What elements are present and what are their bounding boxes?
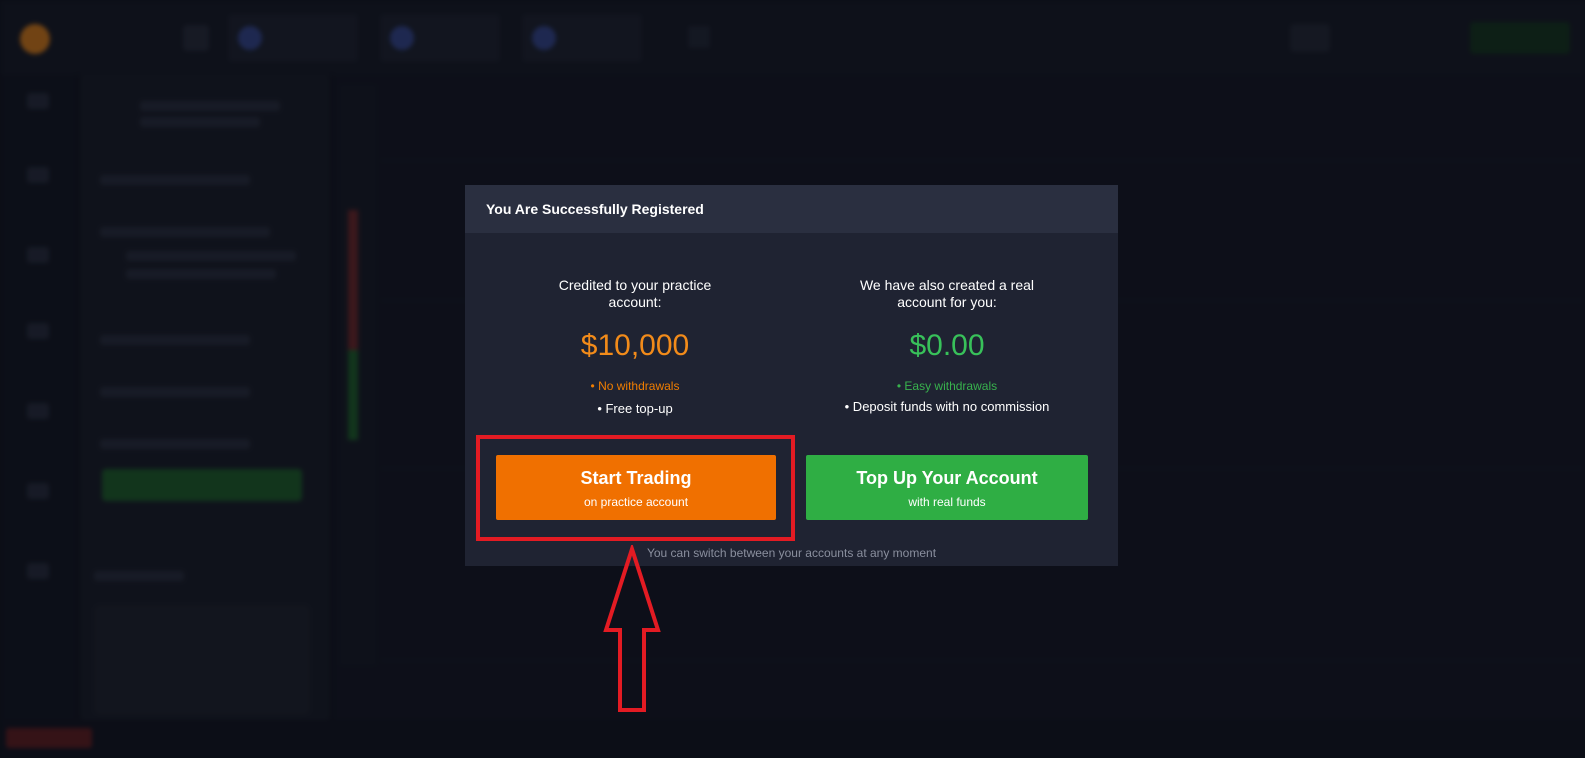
real-account-column: We have also created a real account for …: [797, 277, 1097, 414]
practice-account-column: Credited to your practice account: $10,0…: [485, 277, 785, 416]
highlight-box: [476, 435, 795, 541]
practice-feature-topup: • Free top-up: [597, 401, 673, 416]
modal-title: You Are Successfully Registered: [486, 201, 704, 217]
real-feature-withdrawals: • Easy withdrawals: [896, 379, 998, 393]
app-root: You Are Successfully Registered Credited…: [0, 0, 1585, 758]
modal-header: You Are Successfully Registered: [465, 185, 1118, 233]
top-up-account-button[interactable]: Top Up Your Account with real funds: [806, 455, 1088, 520]
up-arrow-icon: [603, 545, 661, 712]
real-amount: $0.00: [909, 329, 985, 362]
practice-heading: Credited to your practice account:: [558, 277, 712, 310]
practice-feature-withdrawals: • No withdrawals: [590, 379, 680, 393]
real-feature-deposit: • Deposit funds with no commission: [844, 399, 1050, 414]
practice-amount: $10,000: [580, 329, 690, 362]
top-up-sublabel: with real funds: [908, 495, 986, 509]
top-up-label: Top Up Your Account: [856, 468, 1038, 488]
switch-accounts-note: You can switch between your accounts at …: [646, 546, 937, 560]
real-heading: We have also created a real account for …: [859, 277, 1035, 310]
